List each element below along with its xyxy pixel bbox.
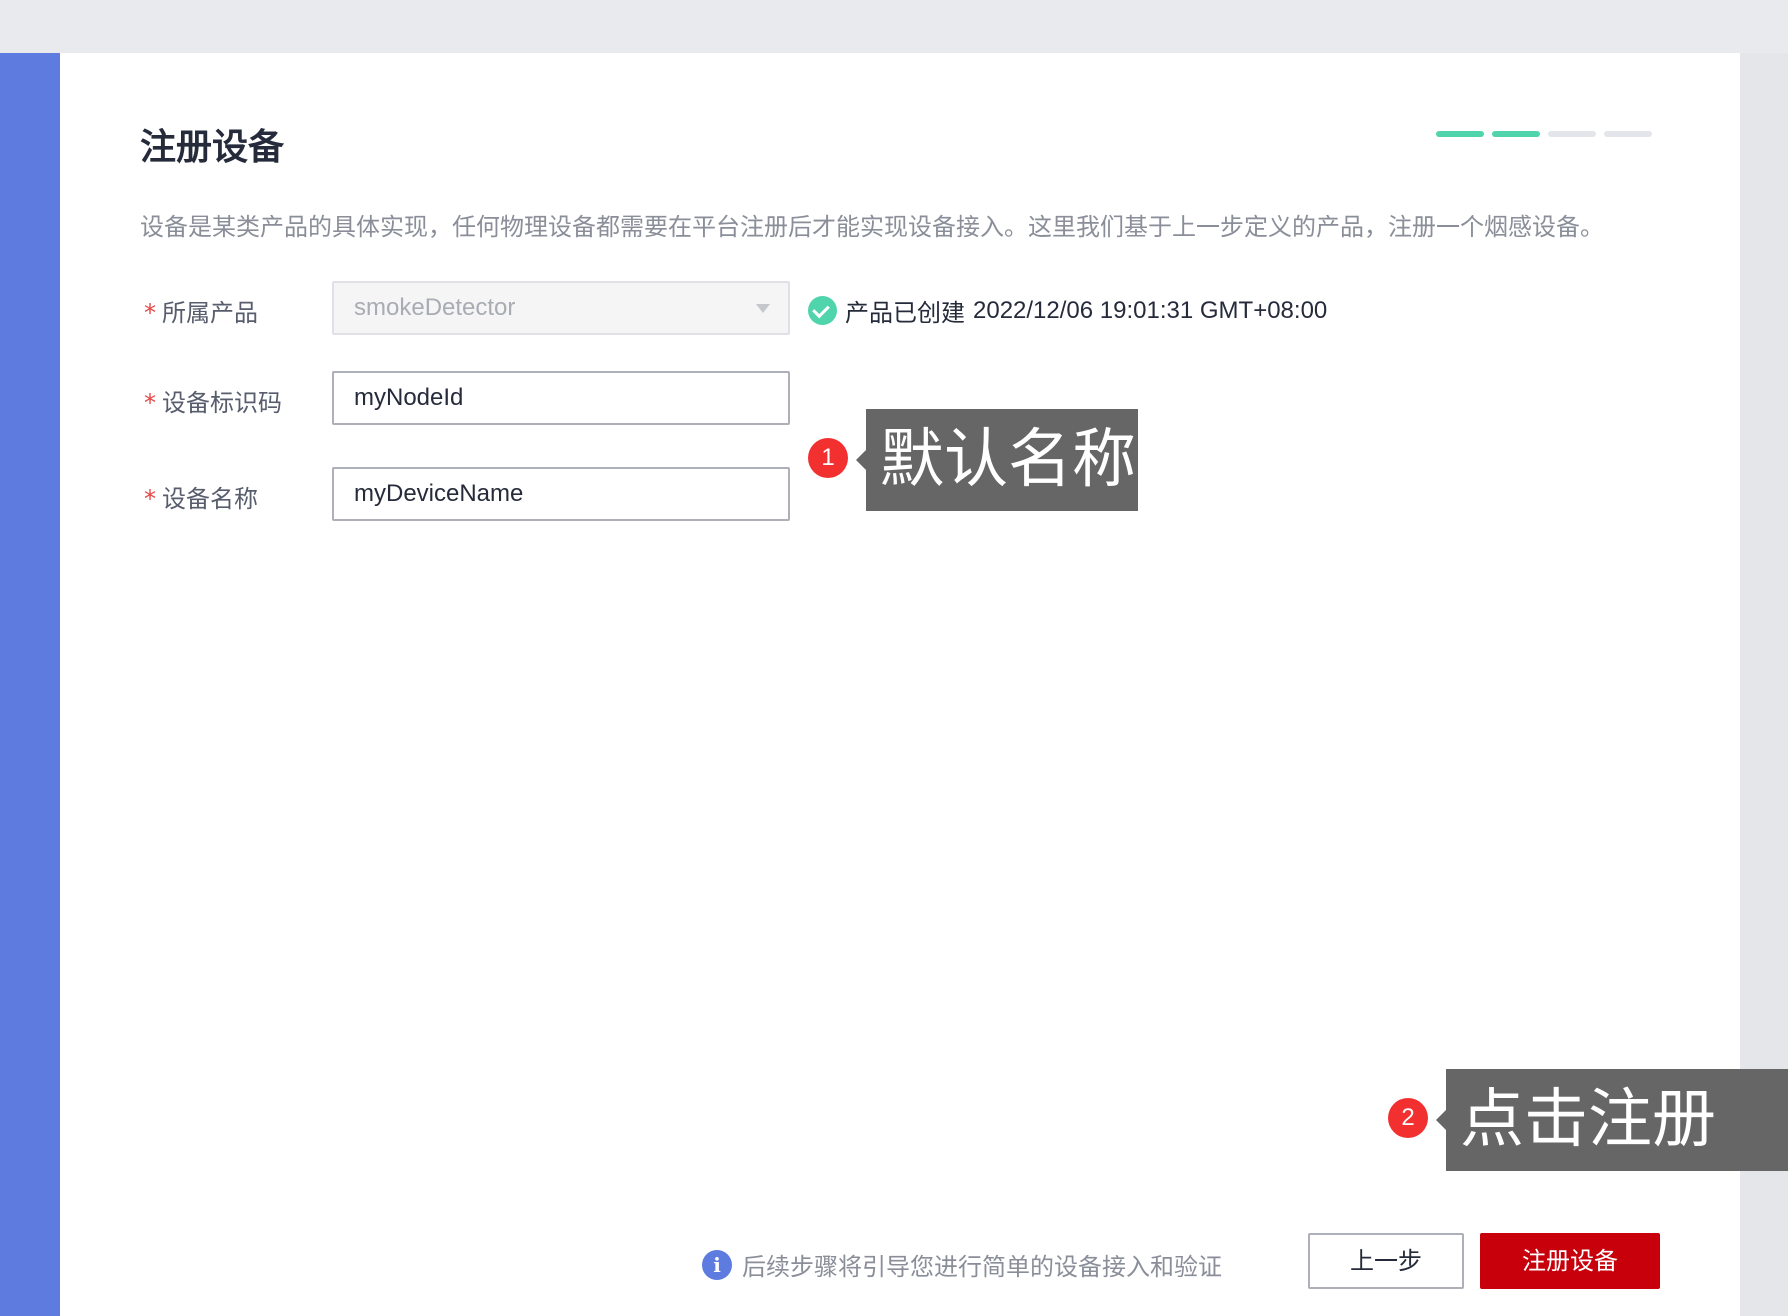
required-mark: * <box>144 389 156 417</box>
product-label: * 所属产品 <box>144 293 258 328</box>
device-name-label: * 设备名称 <box>144 479 258 514</box>
register-device-card: 注册设备 设备是某类产品的具体实现，任何物理设备都需要在平台注册后才能实现设备接… <box>60 53 1788 1316</box>
step-progress-indicator <box>1436 131 1652 137</box>
product-created-timestamp: 2022/12/06 19:01:31 GMT+08:00 <box>973 296 1328 324</box>
product-select[interactable]: smokeDetector <box>332 281 790 335</box>
progress-step-4 <box>1604 131 1652 137</box>
annotation-callout-1: 默认名称 <box>856 409 1138 511</box>
annotation-callout-2: 点击注册 <box>1436 1069 1788 1171</box>
device-name-input[interactable]: myDeviceName <box>332 467 790 521</box>
page-description: 设备是某类产品的具体实现，任何物理设备都需要在平台注册后才能实现设备接入。这里我… <box>140 213 1604 241</box>
prev-step-button[interactable]: 上一步 <box>1308 1233 1464 1289</box>
product-created-label: 产品已创建 <box>845 299 965 327</box>
required-mark: * <box>144 485 156 513</box>
progress-step-3 <box>1548 131 1596 137</box>
footer-hint-text: 后续步骤将引导您进行简单的设备接入和验证 <box>742 1253 1222 1281</box>
left-sidebar <box>0 53 60 1316</box>
page-title: 注册设备 <box>140 127 285 168</box>
product-label-text: 所属产品 <box>162 299 258 327</box>
register-device-button[interactable]: 注册设备 <box>1480 1233 1660 1289</box>
chevron-down-icon <box>756 304 770 313</box>
node-id-label: * 设备标识码 <box>144 383 282 418</box>
required-mark: * <box>144 299 156 327</box>
progress-step-2 <box>1492 131 1540 137</box>
footer-hint: i 后续步骤将引导您进行简单的设备接入和验证 <box>702 1247 1222 1282</box>
device-name-label-text: 设备名称 <box>162 485 258 513</box>
annotation-badge-2: 2 <box>1388 1098 1428 1138</box>
product-created-status: 产品已创建 2022/12/06 19:01:31 GMT+08:00 <box>808 293 1327 328</box>
node-id-input[interactable]: myNodeId <box>332 371 790 425</box>
annotation-badge-1: 1 <box>808 438 848 478</box>
check-circle-icon <box>808 296 837 325</box>
progress-step-1 <box>1436 131 1484 137</box>
info-icon: i <box>702 1249 732 1280</box>
product-select-value: smokeDetector <box>354 294 516 321</box>
node-id-label-text: 设备标识码 <box>162 389 282 417</box>
